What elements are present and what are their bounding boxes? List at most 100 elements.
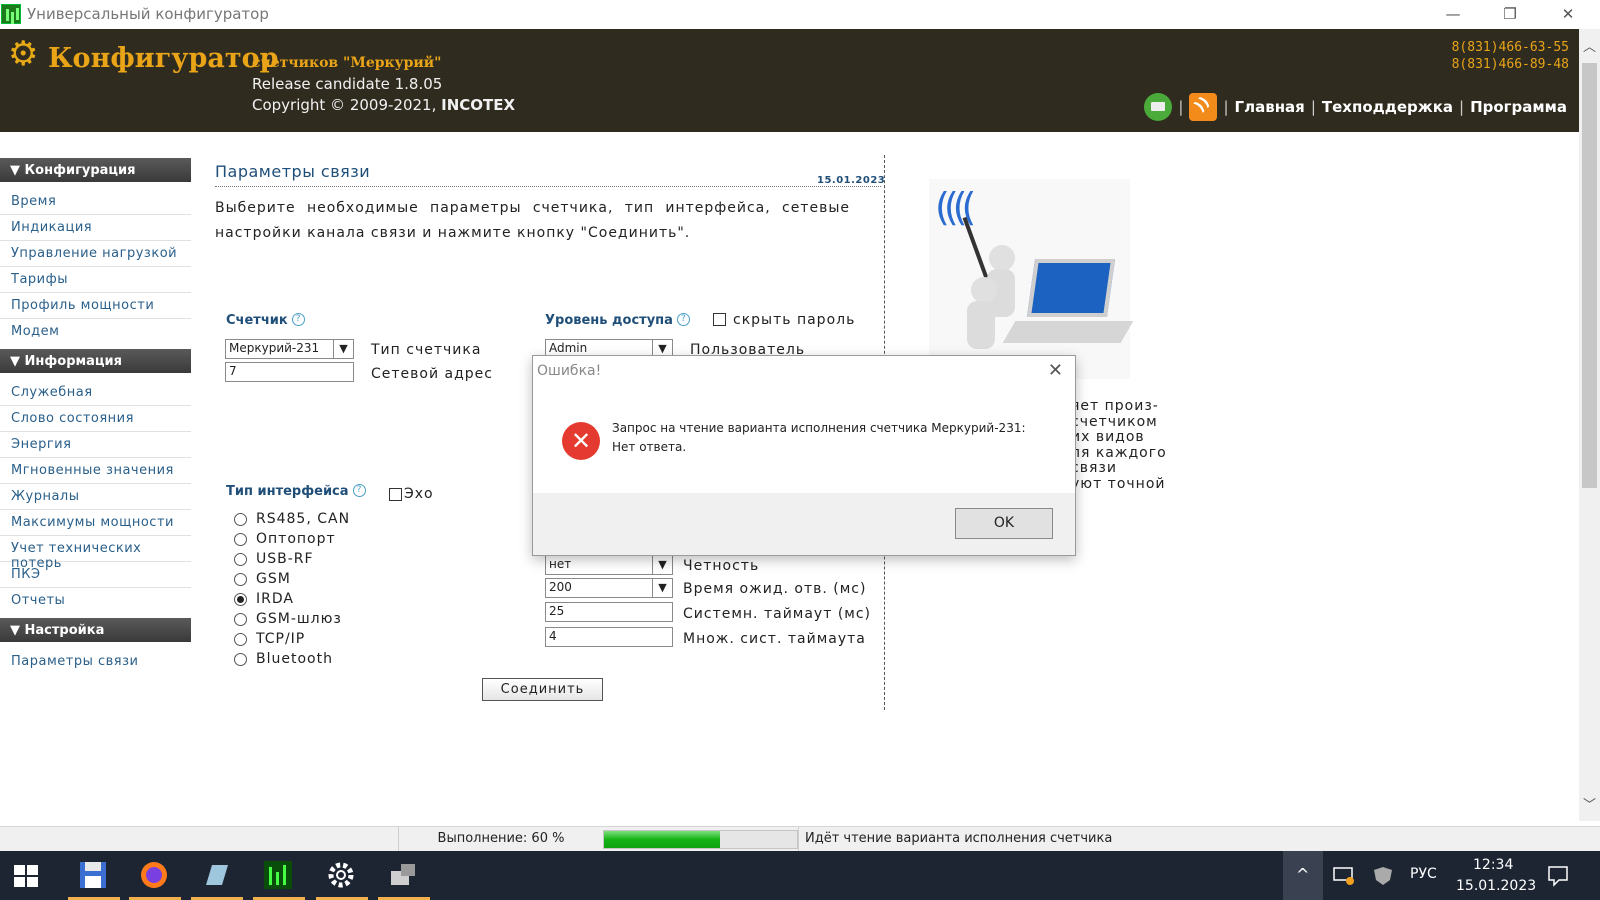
progress-bar	[603, 830, 798, 849]
parity-select[interactable]: нет ▼	[545, 555, 673, 575]
tray-overflow-button[interactable]: ^	[1283, 851, 1323, 900]
close-icon[interactable]: ✕	[1048, 360, 1063, 381]
sidebar-item-tech-losses[interactable]: Учет технических потерь	[0, 536, 191, 571]
release-version: Release candidate 1.8.05	[252, 75, 443, 93]
ok-button[interactable]: OK	[955, 508, 1053, 539]
system-timeout-input[interactable]: 25	[545, 602, 673, 622]
chevron-down-icon[interactable]: ▼	[333, 340, 353, 358]
sidebar-item-instant-values[interactable]: Мгновенные значения	[0, 458, 191, 484]
radio-bluetooth[interactable]: Bluetooth	[234, 651, 333, 667]
nav-link-program[interactable]: Программа	[1470, 98, 1567, 116]
sidebar-item-status-word[interactable]: Слово состояния	[0, 406, 191, 432]
copyright-text: Copyright © 2009-2021,	[252, 96, 437, 114]
clock-date[interactable]: 15.01.2023	[1456, 878, 1536, 894]
configurator-app-icon[interactable]	[262, 859, 296, 891]
radio-button[interactable]	[234, 552, 247, 566]
help-icon[interactable]: ?	[352, 484, 366, 497]
language-indicator[interactable]: РУС	[1410, 866, 1437, 882]
side-description-line: уют точной	[1071, 475, 1166, 492]
nav-link-support[interactable]: Техподдержка	[1322, 98, 1453, 116]
scroll-down-icon[interactable]: ﹀	[1582, 799, 1597, 813]
echo-label: Эхо	[404, 486, 434, 502]
chevron-down-icon[interactable]: ▼	[652, 579, 672, 597]
laptop-base	[1002, 321, 1134, 343]
rss-icon[interactable]	[1189, 93, 1218, 121]
maximize-button[interactable]: ❐	[1487, 0, 1533, 29]
phone-numbers: 8(831)466-63-55 8(831)466-89-48	[1452, 39, 1569, 73]
network-address-input[interactable]: 7	[225, 362, 354, 382]
sidebar-item-power-maximums[interactable]: Максимумы мощности	[0, 510, 191, 536]
sidebar-item-journals[interactable]: Журналы	[0, 484, 191, 510]
laptop-icon	[1026, 259, 1116, 317]
radio-button[interactable]	[234, 572, 247, 586]
sidebar-item-reports[interactable]: Отчеты	[0, 588, 191, 614]
security-shield-icon[interactable]	[1372, 866, 1394, 886]
hide-password-checkbox[interactable]	[713, 313, 726, 326]
error-icon: ✕	[562, 422, 600, 460]
clock-time[interactable]: 12:34	[1473, 857, 1513, 873]
timeout-multiplier-label: Множ. сист. таймаута	[683, 631, 866, 647]
floppy-app-icon[interactable]	[77, 859, 111, 891]
radio-tcp-ip[interactable]: TCP/IP	[234, 631, 305, 647]
close-window-button[interactable]: ✕	[1545, 0, 1591, 29]
response-timeout-label: Время ожид. отв. (мс)	[683, 581, 867, 597]
radio-rs485[interactable]: RS485, CAN	[234, 511, 350, 527]
windows-start-icon[interactable]	[14, 865, 38, 887]
scroll-thumb[interactable]	[1582, 63, 1597, 488]
nav-link-home[interactable]: Главная	[1235, 98, 1305, 116]
eraser-app-icon[interactable]	[200, 859, 234, 891]
sidebar-item-service[interactable]: Служебная	[0, 380, 191, 406]
radio-button[interactable]	[234, 652, 247, 666]
echo-checkbox[interactable]	[389, 488, 402, 501]
firefox-icon[interactable]	[138, 859, 172, 891]
sidebar-item-modem[interactable]: Модем	[0, 319, 191, 345]
vertical-scrollbar[interactable]: ︿ ﹀	[1579, 29, 1600, 821]
radio-gsm[interactable]: GSM	[234, 571, 291, 587]
radio-button[interactable]	[234, 612, 247, 626]
sidebar-item-connection-params[interactable]: Параметры связи	[0, 649, 191, 675]
notifications-icon[interactable]	[1547, 865, 1569, 887]
meter-type-select[interactable]: Меркурий-231 ▼	[225, 339, 354, 359]
sidebar-item-load-control[interactable]: Управление нагрузкой	[0, 241, 191, 267]
dialog-title: Ошибка!	[537, 363, 602, 379]
sidebar-section-settings[interactable]: ▼ Настройка	[0, 618, 191, 642]
settings-gear-icon[interactable]	[325, 859, 359, 891]
radio-usb-rf[interactable]: USB-RF	[234, 551, 314, 567]
system-timeout-label: Системн. таймаут (мс)	[683, 606, 872, 622]
sidebar-section-config[interactable]: ▼ Конфигурация	[0, 158, 191, 182]
person-body	[967, 301, 995, 349]
connect-button[interactable]: Соединить	[482, 678, 603, 701]
meter-type-value: Меркурий-231	[229, 341, 320, 355]
help-icon[interactable]: ?	[291, 313, 305, 326]
user-level-value: Admin	[549, 341, 588, 355]
sidebar-item-tariffs[interactable]: Тарифы	[0, 267, 191, 293]
radio-label: RS485, CAN	[256, 511, 351, 527]
network-app-icon[interactable]	[387, 859, 421, 891]
radio-button-selected[interactable]	[234, 592, 247, 606]
progress-text: Выполнение: 60 %	[398, 827, 603, 851]
side-description-line: ля каждого	[1071, 444, 1167, 461]
radio-gsm-gateway[interactable]: GSM-шлюз	[234, 611, 342, 627]
help-icon[interactable]: ?	[676, 313, 690, 326]
network-status-icon[interactable]	[1333, 866, 1355, 886]
sidebar-item-indication[interactable]: Индикация	[0, 215, 191, 241]
minimize-button[interactable]: —	[1430, 0, 1476, 29]
printer-icon[interactable]	[1144, 93, 1173, 121]
sidebar-item-energy[interactable]: Энергия	[0, 432, 191, 458]
radio-label: IRDA	[256, 591, 294, 607]
timeout-multiplier-input[interactable]: 4	[545, 627, 673, 647]
sidebar-section-info[interactable]: ▼ Информация	[0, 349, 191, 373]
radio-optoport[interactable]: Оптопорт	[234, 531, 336, 547]
chevron-down-icon[interactable]: ▼	[652, 556, 672, 574]
chevron-up-icon: ^	[1296, 865, 1310, 884]
radio-button[interactable]	[234, 532, 247, 546]
scroll-up-icon[interactable]: ︿	[1582, 41, 1597, 55]
dialog-message-line1: Запрос на чтение варианта исполнения сче…	[612, 421, 1026, 435]
radio-label: GSM-шлюз	[256, 611, 342, 627]
sidebar-item-power-profile[interactable]: Профиль мощности	[0, 293, 191, 319]
radio-button[interactable]	[234, 512, 247, 526]
radio-button[interactable]	[234, 632, 247, 646]
radio-irda[interactable]: IRDA	[234, 591, 294, 607]
response-timeout-select[interactable]: 200 ▼	[545, 578, 673, 598]
sidebar-item-time[interactable]: Время	[0, 189, 191, 215]
